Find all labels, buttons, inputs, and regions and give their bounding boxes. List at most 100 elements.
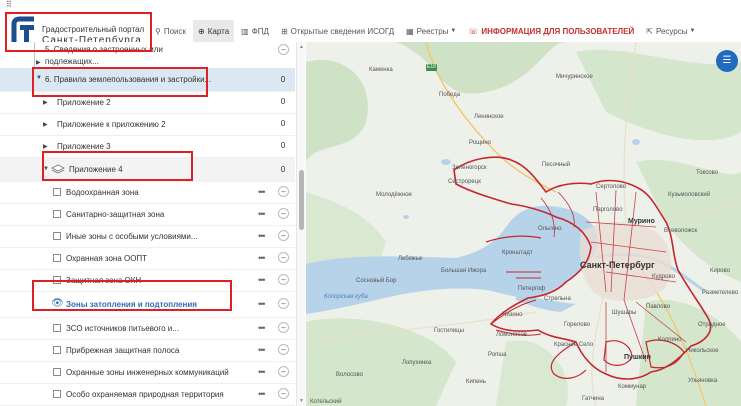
scroll-down-icon[interactable]: ▼ [298, 398, 305, 404]
tree-row-app3[interactable]: ▶ Приложение 3 0 [0, 136, 295, 158]
caret-right-icon[interactable]: ▶ [43, 121, 48, 128]
sidebar-scrollbar[interactable]: ▲ ▼ [296, 42, 305, 406]
layer-label: ЗСО источников питьевого и... [66, 324, 179, 333]
map-icon: ▥ [241, 26, 249, 36]
minus-icon[interactable]: – [278, 388, 289, 399]
map-label: Сестрорецк [448, 179, 481, 185]
nav-resources[interactable]: ⇱ Ресурсы ▼ [641, 20, 700, 42]
tree-row-app-to-app2[interactable]: ▶ Приложение к приложению 2 0 [0, 114, 295, 136]
layer-label: Охранные зоны инженерных коммуникаций [66, 368, 229, 377]
minus-icon[interactable]: – [278, 298, 289, 309]
scroll-thumb[interactable] [299, 170, 304, 230]
nav-map-label: Карта [207, 26, 230, 36]
table-icon: ▦ [406, 26, 414, 36]
nav-registers[interactable]: ▦ Реестры ▼ [401, 20, 461, 42]
layer-row[interactable]: Особо охраняемая природная территория ••… [0, 384, 295, 406]
map-view[interactable]: E18 Каменка Победа Мичуринское Ленинское… [306, 42, 741, 406]
map-label: Котельский [310, 399, 342, 405]
tree-row-app4[interactable]: ▼ Приложение 4 0 [0, 158, 295, 182]
map-label: Токсово [696, 170, 719, 176]
map-label: Кипень [466, 379, 486, 385]
more-icon[interactable]: ••• [258, 209, 266, 219]
layer-label: Санитарно-защитная зона [66, 210, 165, 219]
external-link-icon: ⇱ [646, 26, 653, 36]
map-label: Сосновый Бор [356, 278, 397, 284]
layer-row[interactable]: Защитная зона ОКН ••• – [0, 270, 295, 292]
map-label: Волосово [336, 372, 363, 378]
caret-down-icon[interactable]: ▼ [43, 166, 49, 172]
layers-stack-icon [51, 164, 65, 174]
more-icon[interactable]: ••• [258, 299, 266, 309]
minus-icon[interactable]: – [278, 322, 289, 333]
nav-fpd-label: ФПД [251, 26, 269, 36]
caret-right-icon[interactable]: ▶ [43, 99, 48, 106]
tree-row-label: Приложение 3 [57, 142, 111, 151]
map-label: Ленинское [474, 114, 504, 120]
nav-fpd[interactable]: ▥ ФПД [236, 20, 274, 42]
map-label: Сертолово [596, 184, 627, 190]
minus-icon[interactable]: – [278, 344, 289, 355]
minus-icon[interactable]: – [278, 208, 289, 219]
nav-isogd[interactable]: ⊞ Открытые сведения ИСОГД [276, 20, 399, 42]
minus-icon[interactable]: – [278, 274, 289, 285]
minus-icon[interactable]: – [278, 366, 289, 377]
caret-right-icon[interactable]: ▶ [43, 143, 48, 150]
search-icon: ⚲ [155, 26, 161, 36]
nav-search-label: Поиск [163, 26, 187, 36]
layer-checkbox[interactable] [53, 324, 61, 332]
layer-checkbox[interactable] [53, 346, 61, 354]
map-label: Молодёжное [376, 192, 412, 198]
map-label: Низино [502, 312, 523, 318]
more-icon[interactable]: ••• [258, 345, 266, 355]
minus-icon[interactable]: – [278, 44, 289, 55]
more-icon[interactable]: ••• [258, 187, 266, 197]
nav-search[interactable]: ⚲ Поиск [150, 20, 191, 42]
minus-icon[interactable]: – [278, 186, 289, 197]
layer-row[interactable]: Водоохранная зона ••• – [0, 182, 295, 204]
layer-checkbox[interactable] [53, 188, 61, 196]
layer-checkbox[interactable] [53, 276, 61, 284]
eye-icon[interactable]: 👁 [51, 298, 64, 309]
map-label: Кирово [710, 268, 730, 274]
caret-down-icon[interactable]: ▼ [36, 75, 42, 81]
layer-row[interactable]: ЗСО источников питьевого и... ••• – [0, 318, 295, 340]
more-icon[interactable]: ••• [258, 323, 266, 333]
layer-row-active[interactable]: 👁 Зоны затопления и подтопления ••• – [0, 292, 295, 318]
more-icon[interactable]: ••• [258, 253, 266, 263]
layer-row[interactable]: Санитарно-защитная зона ••• – [0, 204, 295, 226]
layer-row[interactable]: Иные зоны с особыми условиями... ••• – [0, 226, 295, 248]
tree-row-cut[interactable]: ▶ подлежащих... [0, 56, 295, 68]
caret-right-icon[interactable]: ▶ [36, 59, 41, 66]
tree-group-pzz[interactable]: ▼ 6. Правила землепользования и застройк… [0, 68, 295, 92]
map-label: Лебяжье [398, 256, 423, 262]
map-label: Горелово [564, 322, 591, 328]
count-badge: 0 [280, 119, 286, 128]
more-icon[interactable]: ••• [258, 389, 266, 399]
minus-icon[interactable]: – [278, 252, 289, 263]
layer-checkbox[interactable] [53, 390, 61, 398]
nav-info-users[interactable]: ☏ ИНФОРМАЦИЯ ДЛЯ ПОЛЬЗОВАТЕЛЕЙ [463, 20, 639, 42]
layers-list-icon[interactable]: ☰ [716, 50, 738, 72]
layer-row[interactable]: Охранные зоны инженерных коммуникаций ••… [0, 362, 295, 384]
more-icon[interactable]: ••• [258, 275, 266, 285]
layer-row[interactable]: Прибрежная защитная полоса ••• – [0, 340, 295, 362]
map-label: Победа [439, 92, 461, 98]
layer-row[interactable]: Охранная зона ООПТ ••• – [0, 248, 295, 270]
layer-label: Особо охраняемая природная территория [66, 390, 224, 399]
main-nav: ⚲ Поиск ⊕ Карта ▥ ФПД ⊞ Открытые сведени… [150, 20, 702, 42]
layer-checkbox[interactable] [53, 232, 61, 240]
layer-checkbox[interactable] [53, 254, 61, 262]
map-label: Ольгино [538, 226, 562, 232]
more-icon[interactable]: ••• [258, 367, 266, 377]
tree-row-cut[interactable]: 5. Сведения о застроенных или – [0, 44, 295, 56]
scroll-up-icon[interactable]: ▲ [298, 44, 305, 50]
grid-icon[interactable]: ⠿ [6, 1, 16, 10]
nav-map[interactable]: ⊕ Карта [193, 20, 235, 42]
tree-row-app2[interactable]: ▶ Приложение 2 0 [0, 92, 295, 114]
more-icon[interactable]: ••• [258, 231, 266, 241]
map-label: Петергоф [518, 286, 546, 292]
tree-row-label: Приложение 2 [57, 98, 111, 107]
layer-checkbox[interactable] [53, 210, 61, 218]
minus-icon[interactable]: – [278, 230, 289, 241]
layer-checkbox[interactable] [53, 368, 61, 376]
